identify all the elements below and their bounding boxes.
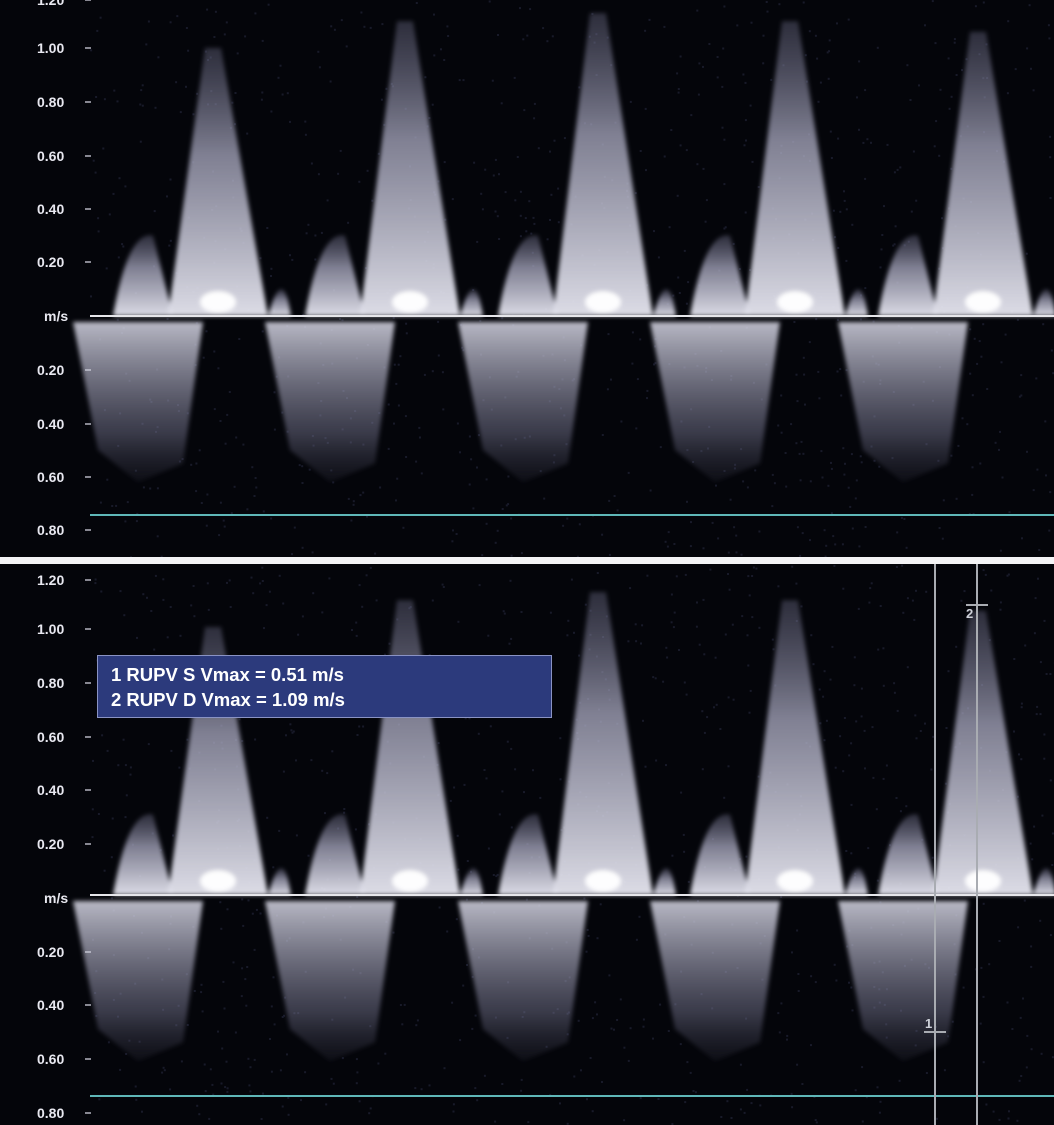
- tick-0-40: 0.40: [37, 782, 65, 798]
- tick-1-00: 1.00: [37, 40, 65, 56]
- tick-1-20: 1.20: [37, 572, 65, 588]
- axis-unit-label: m/s: [44, 308, 69, 324]
- tick-0-20: 0.20: [37, 836, 65, 852]
- measurement-box: 1 RUPV S Vmax = 0.51 m/s 2 RUPV D Vmax =…: [97, 655, 552, 718]
- tick-1-00: 1.00: [37, 621, 65, 637]
- axis-unit-label: m/s: [44, 890, 69, 906]
- caliper-2-label: 2: [966, 606, 974, 621]
- tick-0-20: 0.20: [37, 254, 65, 270]
- tick-neg-0-80: 0.80: [37, 522, 65, 538]
- panel-divider: [0, 557, 1054, 564]
- doppler-panel-bottom: 1.20 1.00 0.80 0.60 0.40 0.20 m/s 0.20 0…: [0, 564, 1054, 1125]
- caliper-1-label: 1: [925, 1016, 933, 1031]
- doppler-spectrum-top: [0, 0, 1054, 557]
- tick-neg-0-20: 0.20: [37, 944, 65, 960]
- doppler-spectrum-bottom: [0, 564, 1054, 1125]
- tick-neg-0-60: 0.60: [37, 469, 65, 485]
- tick-1-20: 1.20: [37, 0, 65, 8]
- tick-0-60: 0.60: [37, 729, 65, 745]
- tick-neg-0-40: 0.40: [37, 416, 65, 432]
- tick-0-80: 0.80: [37, 94, 65, 110]
- measurement-s-vmax: 1 RUPV S Vmax = 0.51 m/s: [111, 664, 344, 685]
- tick-neg-0-40: 0.40: [37, 997, 65, 1013]
- tick-0-40: 0.40: [37, 201, 65, 217]
- tick-0-60: 0.60: [37, 148, 65, 164]
- tick-0-80: 0.80: [37, 675, 65, 691]
- tick-neg-0-20: 0.20: [37, 362, 65, 378]
- measurement-d-vmax: 2 RUPV D Vmax = 1.09 m/s: [111, 689, 345, 710]
- tick-neg-0-60: 0.60: [37, 1051, 65, 1067]
- doppler-panel-top: 1.20 1.00 0.80 0.60 0.40 0.20 m/s 0.20 0…: [0, 0, 1054, 557]
- tick-neg-0-80: 0.80: [37, 1105, 65, 1121]
